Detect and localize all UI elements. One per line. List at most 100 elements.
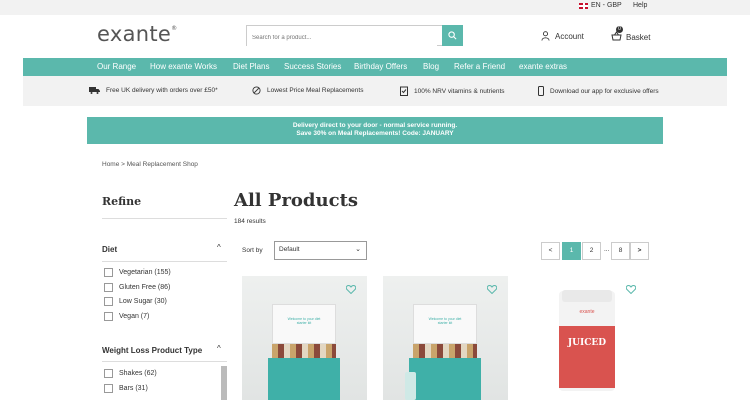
divider (102, 261, 227, 262)
filter-option-gluten-free[interactable]: Gluten Free (86) (104, 283, 170, 292)
truck-icon (89, 87, 100, 94)
chevron-up-icon[interactable]: ^ (217, 243, 221, 252)
filter-option-label: Bars (31) (119, 385, 148, 392)
promo-line-1: Delivery direct to your door - normal se… (292, 122, 458, 129)
nav-item-blog[interactable]: Blog (423, 62, 439, 71)
user-icon (541, 31, 550, 41)
language-selector[interactable]: EN - GBP (579, 2, 622, 9)
usp-app-download-text: Download our app for exclusive offers (550, 87, 659, 95)
usp-lowest-price-text: Lowest Price Meal Replacements (267, 87, 364, 94)
chevron-down-icon: ⌄ (355, 246, 361, 253)
basket-link[interactable]: 0 Basket (611, 26, 651, 43)
promo-banner[interactable]: Delivery direct to your door - normal se… (87, 117, 663, 144)
usp-strip: Free UK delivery with orders over £50* L… (23, 76, 727, 106)
main-nav: Our Range How exante Works Diet Plans Su… (23, 58, 727, 76)
product-image[interactable]: Welcome to your diet starter kit (242, 276, 367, 400)
usp-free-delivery-text: Free UK delivery with orders over £50* (106, 86, 218, 94)
heart-icon[interactable] (487, 285, 497, 294)
product-card[interactable]: exante JUICED (522, 276, 647, 400)
filter-option-label: Gluten Free (86) (119, 284, 171, 291)
filter-option-bars[interactable]: Bars (31) (104, 384, 148, 393)
filter-option-vegetarian[interactable]: Vegetarian (155) (104, 268, 171, 277)
filter-option-label: Vegan (7) (119, 313, 150, 320)
filter-option-label: Shakes (62) (119, 370, 157, 377)
tub-lid (562, 290, 612, 302)
page-title: All Products (234, 190, 359, 211)
basket-icon-wrap: 0 (611, 26, 623, 43)
usp-app-download: Download our app for exclusive offers (538, 86, 659, 96)
tub-name: JUICED (567, 338, 607, 348)
phone-icon (538, 86, 544, 96)
meal-packs (272, 344, 336, 358)
pagination-next[interactable]: > (630, 242, 649, 260)
clipboard-check-icon (400, 86, 408, 96)
language-label: EN - GBP (591, 2, 622, 9)
results-count: 184 results (234, 218, 266, 225)
nav-item-our-range[interactable]: Our Range (97, 62, 136, 71)
filter-option-shakes[interactable]: Shakes (62) (104, 369, 157, 378)
nav-item-exante-extras[interactable]: exante extras (519, 62, 567, 71)
filter-scrollbar[interactable] (221, 366, 227, 400)
usp-free-delivery: Free UK delivery with orders over £50* (89, 86, 218, 94)
checkbox[interactable] (104, 369, 113, 378)
tub-label (559, 326, 615, 388)
nav-item-success-stories[interactable]: Success Stories (284, 62, 341, 71)
top-bar: EN - GBP Help (0, 0, 750, 15)
search-box (246, 25, 463, 48)
filter-diet-heading[interactable]: Diet (102, 245, 117, 254)
pagination-page-1[interactable]: 1 (562, 242, 581, 260)
nav-item-refer-a-friend[interactable]: Refer a Friend (454, 62, 505, 71)
help-link[interactable]: Help (633, 2, 647, 9)
checkbox[interactable] (104, 268, 113, 277)
product-card[interactable]: Welcome to your diet starter kit (383, 276, 508, 400)
logo-text: exante (97, 22, 172, 46)
checkbox[interactable] (104, 297, 113, 306)
sort-select[interactable]: Default ⌄ (274, 241, 367, 260)
heart-icon[interactable] (346, 285, 356, 294)
box-text: Welcome to your diet starter kit (287, 317, 321, 325)
chevron-up-icon[interactable]: ^ (217, 344, 221, 353)
checkbox[interactable] (104, 283, 113, 292)
checkbox[interactable] (104, 312, 113, 321)
breadcrumb[interactable]: Home > Meal Replacement Shop (102, 161, 198, 168)
basket-count-badge: 0 (616, 26, 623, 33)
product-card[interactable]: Welcome to your diet starter kit (242, 276, 367, 400)
checkbox[interactable] (104, 384, 113, 393)
search-input[interactable] (247, 28, 437, 48)
meal-packs (413, 344, 477, 358)
filter-product-type-heading[interactable]: Weight Loss Product Type (102, 346, 202, 355)
tub-brand: exante (579, 309, 595, 315)
pagination-page-8[interactable]: 8 (611, 242, 630, 260)
filter-option-label: Low Sugar (30) (119, 298, 167, 305)
box-body (409, 358, 481, 400)
nav-item-diet-plans[interactable]: Diet Plans (233, 62, 269, 71)
logo-registered-mark: ® (171, 25, 178, 32)
nav-item-how-exante-works[interactable]: How exante Works (150, 62, 217, 71)
heart-icon[interactable] (626, 285, 636, 294)
filter-option-low-sugar[interactable]: Low Sugar (30) (104, 297, 167, 306)
box-text: Welcome to your diet starter kit (428, 317, 462, 325)
pagination-ellipsis: ... (604, 246, 610, 253)
product-image[interactable]: Welcome to your diet starter kit (383, 276, 508, 400)
sort-label: Sort by (242, 247, 263, 254)
usp-nrv-vitamins: 100% NRV vitamins & nutrients (400, 86, 505, 96)
box-lid: Welcome to your diet starter kit (272, 304, 336, 344)
filter-option-vegan[interactable]: Vegan (7) (104, 312, 149, 321)
usp-lowest-price: Lowest Price Meal Replacements (252, 86, 363, 95)
pagination-prev[interactable]: < (541, 242, 560, 260)
logo[interactable]: exante® (97, 22, 177, 46)
box-body (268, 358, 340, 400)
search-icon (448, 31, 457, 40)
account-link[interactable]: Account (541, 31, 584, 41)
search-button[interactable] (442, 25, 463, 46)
refine-heading: Refine (102, 195, 142, 208)
divider (102, 361, 227, 362)
sort-value: Default (279, 246, 300, 253)
nav-item-birthday-offers[interactable]: Birthday Offers (354, 62, 407, 71)
site-header: exante® Account 0 Basket (0, 15, 750, 58)
divider (102, 218, 227, 219)
uk-flag-icon (579, 2, 588, 9)
pagination-page-2[interactable]: 2 (582, 242, 601, 260)
product-image[interactable]: exante JUICED (522, 276, 647, 400)
basket-label: Basket (626, 32, 651, 42)
